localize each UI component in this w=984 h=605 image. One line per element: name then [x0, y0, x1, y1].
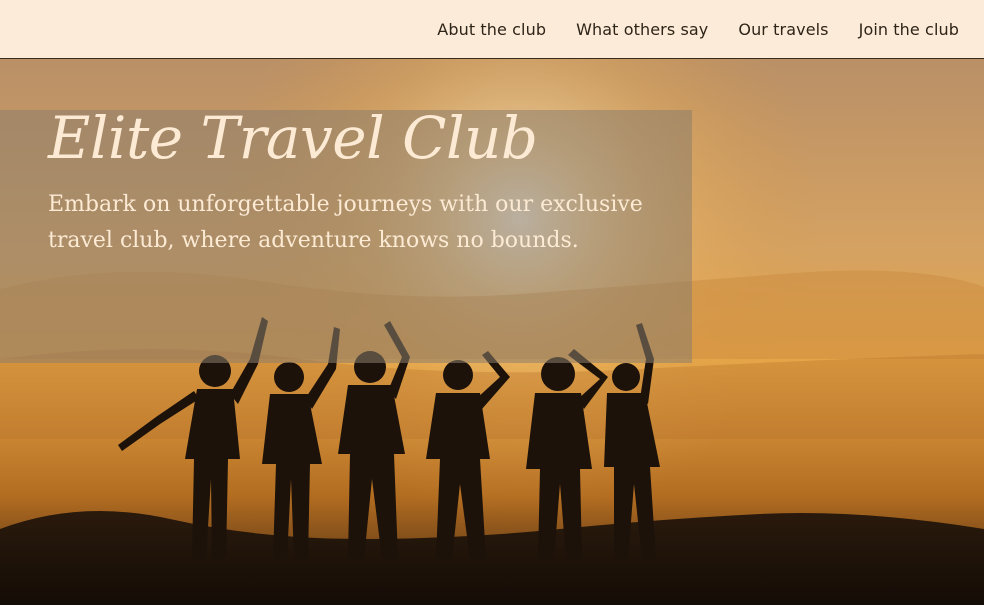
nav-menu: Abut the club What others say Our travel… [437, 0, 959, 59]
page-title: Elite Travel Club [48, 104, 538, 172]
nav-link-join[interactable]: Join the club [859, 20, 959, 39]
hero-tagline: Embark on unforgettable journeys with ou… [48, 192, 643, 253]
nav-link-about[interactable]: Abut the club [437, 20, 546, 39]
top-navigation-bar: Abut the club What others say Our travel… [0, 0, 984, 59]
nav-link-testimonials[interactable]: What others say [576, 20, 708, 39]
nav-link-travels[interactable]: Our travels [738, 20, 828, 39]
page: Abut the club What others say Our travel… [0, 0, 984, 605]
